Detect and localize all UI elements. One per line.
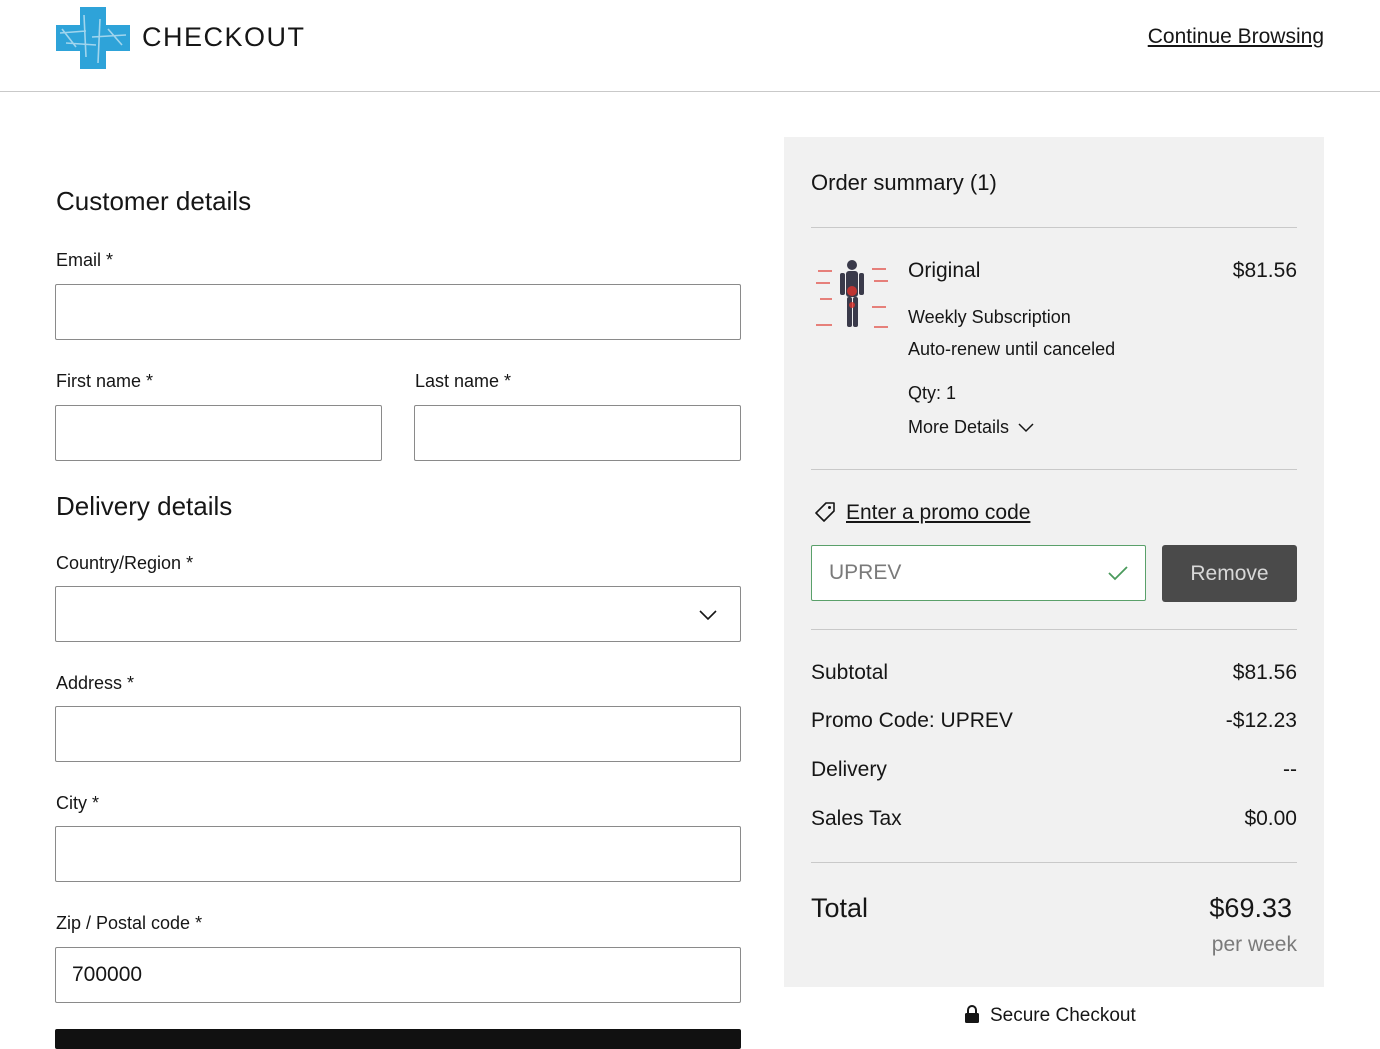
more-details-label: More Details bbox=[908, 417, 1010, 437]
tag-icon bbox=[815, 502, 835, 522]
address-field[interactable] bbox=[55, 706, 741, 762]
check-icon bbox=[1108, 566, 1128, 581]
item-price: $81.56 bbox=[1232, 259, 1297, 282]
sales-tax-label: Sales Tax bbox=[811, 807, 902, 830]
promo-row-value: -$12.23 bbox=[1225, 709, 1297, 732]
last-name-label: Last name * bbox=[415, 371, 512, 391]
product-image bbox=[812, 255, 892, 335]
item-renewal: Auto-renew until canceled bbox=[908, 339, 1116, 359]
last-name-field[interactable] bbox=[414, 405, 741, 461]
chevron-down-icon bbox=[699, 610, 717, 621]
first-name-field[interactable] bbox=[55, 405, 382, 461]
country-label: Country/Region * bbox=[56, 553, 194, 573]
customer-details-title: Customer details bbox=[56, 186, 252, 216]
divider bbox=[811, 227, 1297, 228]
continue-browsing-link[interactable]: Continue Browsing bbox=[1148, 25, 1324, 49]
cross-logo-icon bbox=[56, 7, 130, 69]
country-select[interactable] bbox=[55, 586, 741, 642]
sales-tax-value: $0.00 bbox=[1244, 807, 1297, 830]
item-subscription: Weekly Subscription bbox=[908, 307, 1071, 327]
zip-field[interactable] bbox=[55, 947, 741, 1003]
email-label: Email * bbox=[56, 250, 114, 270]
divider bbox=[811, 629, 1297, 630]
total-value: $69.33 bbox=[1209, 893, 1292, 923]
chevron-down-icon bbox=[1018, 423, 1034, 433]
secure-checkout-label: Secure Checkout bbox=[990, 1005, 1136, 1026]
subtotal-label: Subtotal bbox=[811, 661, 889, 684]
zip-label: Zip / Postal code * bbox=[56, 913, 203, 933]
delivery-details-title: Delivery details bbox=[56, 491, 233, 521]
promo-code-link-label: Enter a promo code bbox=[846, 501, 1031, 524]
city-field[interactable] bbox=[55, 826, 741, 882]
more-details-toggle[interactable]: More Details bbox=[908, 417, 1035, 438]
lock-icon bbox=[965, 1005, 979, 1023]
promo-code-link[interactable]: Enter a promo code bbox=[814, 501, 1030, 525]
brand-title: CHECKOUT bbox=[142, 22, 306, 52]
total-label: Total bbox=[811, 893, 869, 923]
divider bbox=[811, 862, 1297, 863]
divider bbox=[811, 469, 1297, 470]
address-label: Address * bbox=[56, 673, 135, 693]
subtotal-value: $81.56 bbox=[1232, 661, 1297, 684]
email-field[interactable] bbox=[55, 284, 741, 340]
delivery-label: Delivery bbox=[811, 758, 887, 781]
city-label: City * bbox=[56, 793, 100, 813]
remove-promo-button[interactable]: Remove bbox=[1162, 545, 1297, 602]
promo-row-label: Promo Code: UPREV bbox=[811, 709, 1013, 732]
promo-code-input[interactable]: UPREV bbox=[811, 545, 1146, 601]
order-summary-title: Order summary (1) bbox=[811, 170, 997, 195]
promo-code-value: UPREV bbox=[829, 561, 902, 584]
continue-button[interactable] bbox=[55, 1029, 741, 1049]
per-week-label: per week bbox=[1211, 933, 1297, 956]
secure-checkout: Secure Checkout bbox=[964, 1004, 1136, 1027]
item-qty: Qty: 1 bbox=[908, 383, 957, 403]
item-name: Original bbox=[908, 259, 981, 282]
order-summary-panel: Order summary (1) Original $81.56 Weekly… bbox=[784, 137, 1324, 987]
header: CHECKOUT Continue Browsing bbox=[0, 0, 1380, 92]
first-name-label: First name * bbox=[56, 371, 154, 391]
delivery-value: -- bbox=[1283, 758, 1297, 781]
